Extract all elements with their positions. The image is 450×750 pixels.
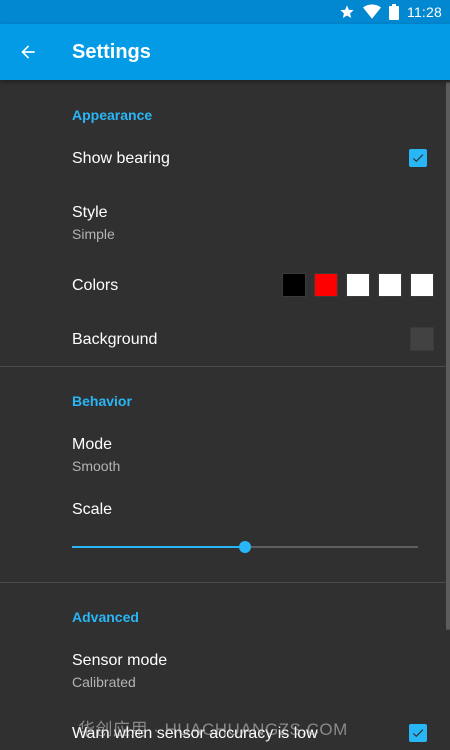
check-icon [412,729,424,738]
color-swatch-4[interactable] [378,273,402,297]
pref-style-title: Style [72,204,108,221]
color-swatch-1[interactable] [282,273,306,297]
status-bar: 11:28 [0,0,450,24]
background-swatch[interactable] [410,327,434,351]
divider [0,366,450,367]
color-swatch-3[interactable] [346,273,370,297]
scale-slider-fill [72,546,245,548]
arrow-back-icon [21,45,35,59]
pref-warn-accuracy-title: Warn when sensor accuracy is low [72,725,318,742]
pref-sensor-mode-title: Sensor mode [72,652,168,669]
pref-show-bearing-title: Show bearing [72,150,170,167]
color-swatch-5[interactable] [410,273,434,297]
page-title: Settings [72,40,151,63]
pref-scale-title: Scale [72,501,113,518]
divider [0,582,450,583]
color-swatch-2[interactable] [314,273,338,297]
back-button[interactable] [0,24,56,80]
pref-mode-summary: Smooth [72,458,121,474]
section-header-behavior: Behavior [72,393,132,409]
app-bar: Settings [0,24,450,80]
pref-background-title: Background [72,331,158,348]
status-time: 11:28 [407,4,442,20]
scrollbar[interactable] [446,82,450,630]
section-header-advanced: Advanced [72,609,139,625]
wifi-icon [363,4,381,20]
check-icon [412,154,424,163]
pref-mode-title: Mode [72,436,113,453]
pref-colors-title: Colors [72,277,119,294]
section-header-appearance: Appearance [72,107,153,123]
settings-list[interactable]: Appearance Show bearing Style Simple Col… [0,80,450,750]
warn-accuracy-checkbox[interactable] [409,724,427,742]
pref-style-summary: Simple [72,226,115,242]
star-icon [339,4,355,20]
pref-sensor-mode-summary: Calibrated [72,674,136,690]
show-bearing-checkbox[interactable] [409,149,427,167]
scale-slider[interactable] [72,541,418,553]
battery-icon [389,4,399,20]
scale-slider-thumb[interactable] [239,541,251,553]
